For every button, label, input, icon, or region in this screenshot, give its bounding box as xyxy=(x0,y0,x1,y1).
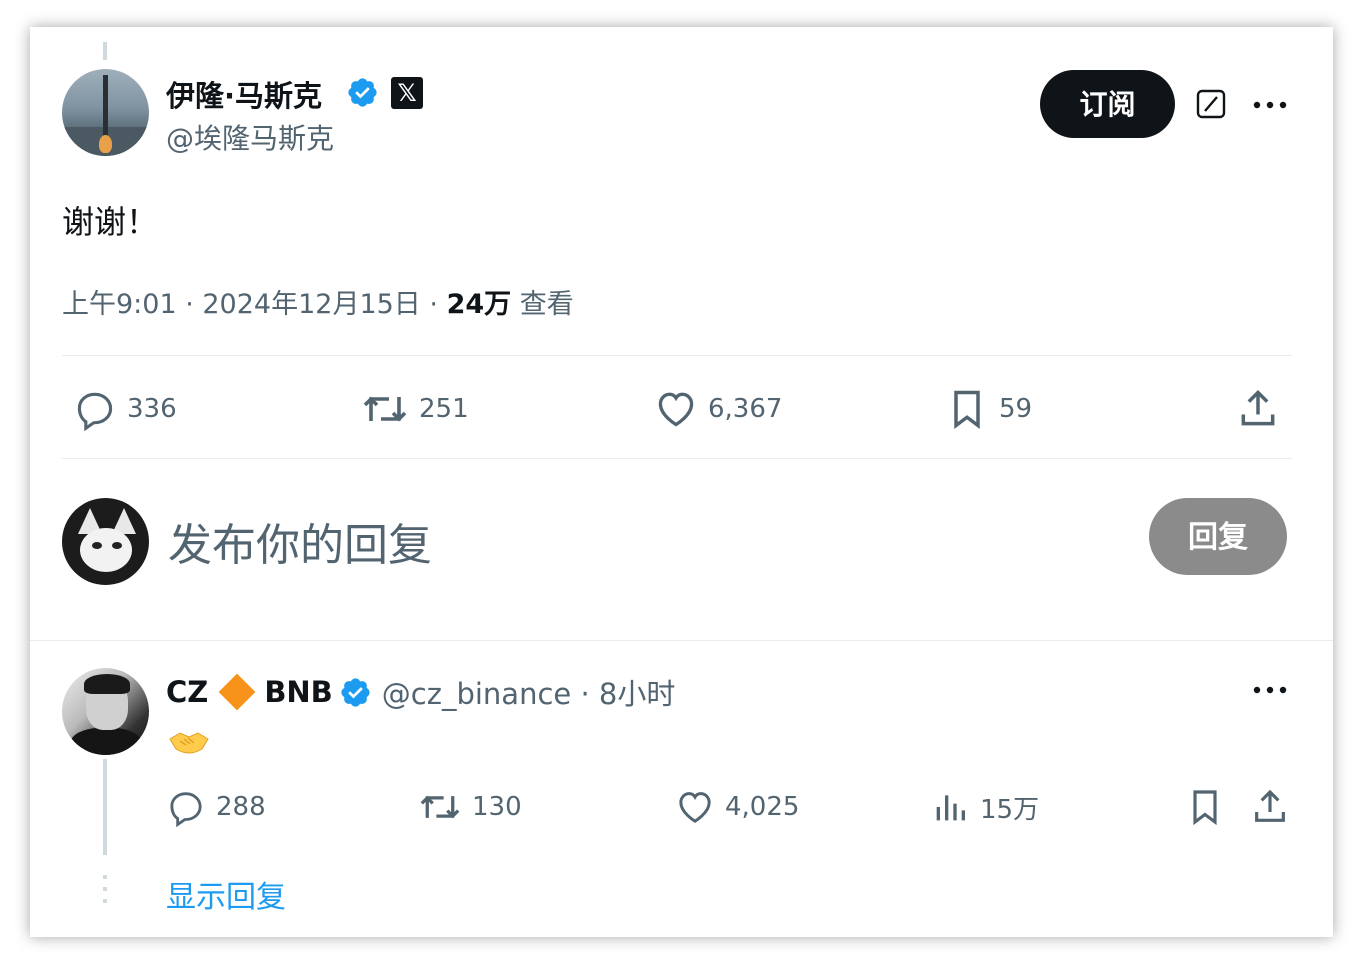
like-action[interactable]: 6,367 xyxy=(654,387,782,431)
author-handle[interactable]: @埃隆马斯克 xyxy=(166,117,334,157)
thread-connector xyxy=(103,42,107,60)
grok-icon[interactable] xyxy=(1196,89,1226,119)
share-action[interactable] xyxy=(1236,387,1280,431)
like-count: 6,367 xyxy=(708,394,783,424)
divider xyxy=(62,355,1292,356)
retweet-icon xyxy=(420,795,460,819)
bookmark-action[interactable] xyxy=(1185,787,1225,827)
tweet-card: 伊隆·马斯克 𝕏 @埃隆马斯克 订阅 谢谢！ 上午9:01 · 2024年12月… xyxy=(30,27,1333,937)
reply-icon xyxy=(170,792,202,827)
reply-handle-time[interactable]: @cz_binance · 8小时 xyxy=(382,671,676,713)
share-icon xyxy=(1255,789,1285,822)
handshake-emoji xyxy=(169,732,209,754)
views-icon xyxy=(936,795,965,821)
reply-count: 336 xyxy=(127,394,177,424)
bookmark-count: 59 xyxy=(999,394,1033,424)
like-icon xyxy=(658,392,694,427)
verified-icon xyxy=(341,677,370,707)
bookmark-action[interactable]: 59 xyxy=(945,387,1032,431)
x-badge-icon: 𝕏 xyxy=(391,77,423,109)
retweet-icon xyxy=(363,396,407,422)
author-avatar[interactable] xyxy=(62,69,149,156)
bookmark-icon xyxy=(1193,790,1217,826)
bookmark-icon xyxy=(954,390,980,429)
views-count: 15万 xyxy=(980,794,1040,825)
verified-icon xyxy=(348,78,377,107)
thread-dots xyxy=(103,875,107,911)
tweet-meta: 上午9:01 · 2024年12月15日 · 24万 查看 xyxy=(62,282,574,321)
show-replies-link[interactable]: 显示回复 xyxy=(166,872,286,916)
reply-action[interactable]: 288 xyxy=(166,787,266,827)
reply-action[interactable]: 336 xyxy=(73,387,177,431)
retweet-action[interactable]: 251 xyxy=(361,387,469,431)
subscribe-button[interactable]: 订阅 xyxy=(1040,70,1175,138)
reply-icon xyxy=(77,392,113,431)
reply-author-name-suffix[interactable]: BNB xyxy=(264,675,332,709)
like-icon xyxy=(679,792,711,823)
reply-author-line: CZ BNB @cz_binance · 8小时 xyxy=(166,671,675,713)
more-icon[interactable] xyxy=(1252,685,1288,695)
like-count: 4,025 xyxy=(725,792,800,822)
reply-count: 288 xyxy=(216,792,266,822)
tweet-timestamp[interactable]: 上午9:01 · 2024年12月15日 · xyxy=(62,289,447,320)
tweet-text: 谢谢！ xyxy=(62,203,159,241)
author-name[interactable]: 伊隆·马斯克 xyxy=(166,73,322,115)
reply-author-name[interactable]: CZ xyxy=(166,675,208,709)
share-action[interactable] xyxy=(1250,787,1290,827)
reply-submit-button[interactable]: 回复 xyxy=(1149,498,1287,575)
bnb-diamond-icon xyxy=(218,673,256,711)
retweet-count: 251 xyxy=(419,394,469,424)
current-user-avatar[interactable] xyxy=(62,498,149,585)
views-label: 查看 xyxy=(511,289,574,320)
thread-connector xyxy=(103,759,107,855)
views-action[interactable]: 15万 xyxy=(930,787,1039,827)
section-divider xyxy=(30,640,1333,641)
reply-author-avatar[interactable] xyxy=(62,668,149,755)
share-icon xyxy=(1241,390,1275,426)
reply-input[interactable]: 发布你的回复 xyxy=(168,509,432,573)
retweet-count: 130 xyxy=(472,792,522,822)
divider xyxy=(62,458,1292,459)
retweet-action[interactable]: 130 xyxy=(418,787,522,827)
views-count: 24万 xyxy=(446,289,512,320)
like-action[interactable]: 4,025 xyxy=(675,787,799,827)
more-icon[interactable] xyxy=(1252,100,1288,110)
